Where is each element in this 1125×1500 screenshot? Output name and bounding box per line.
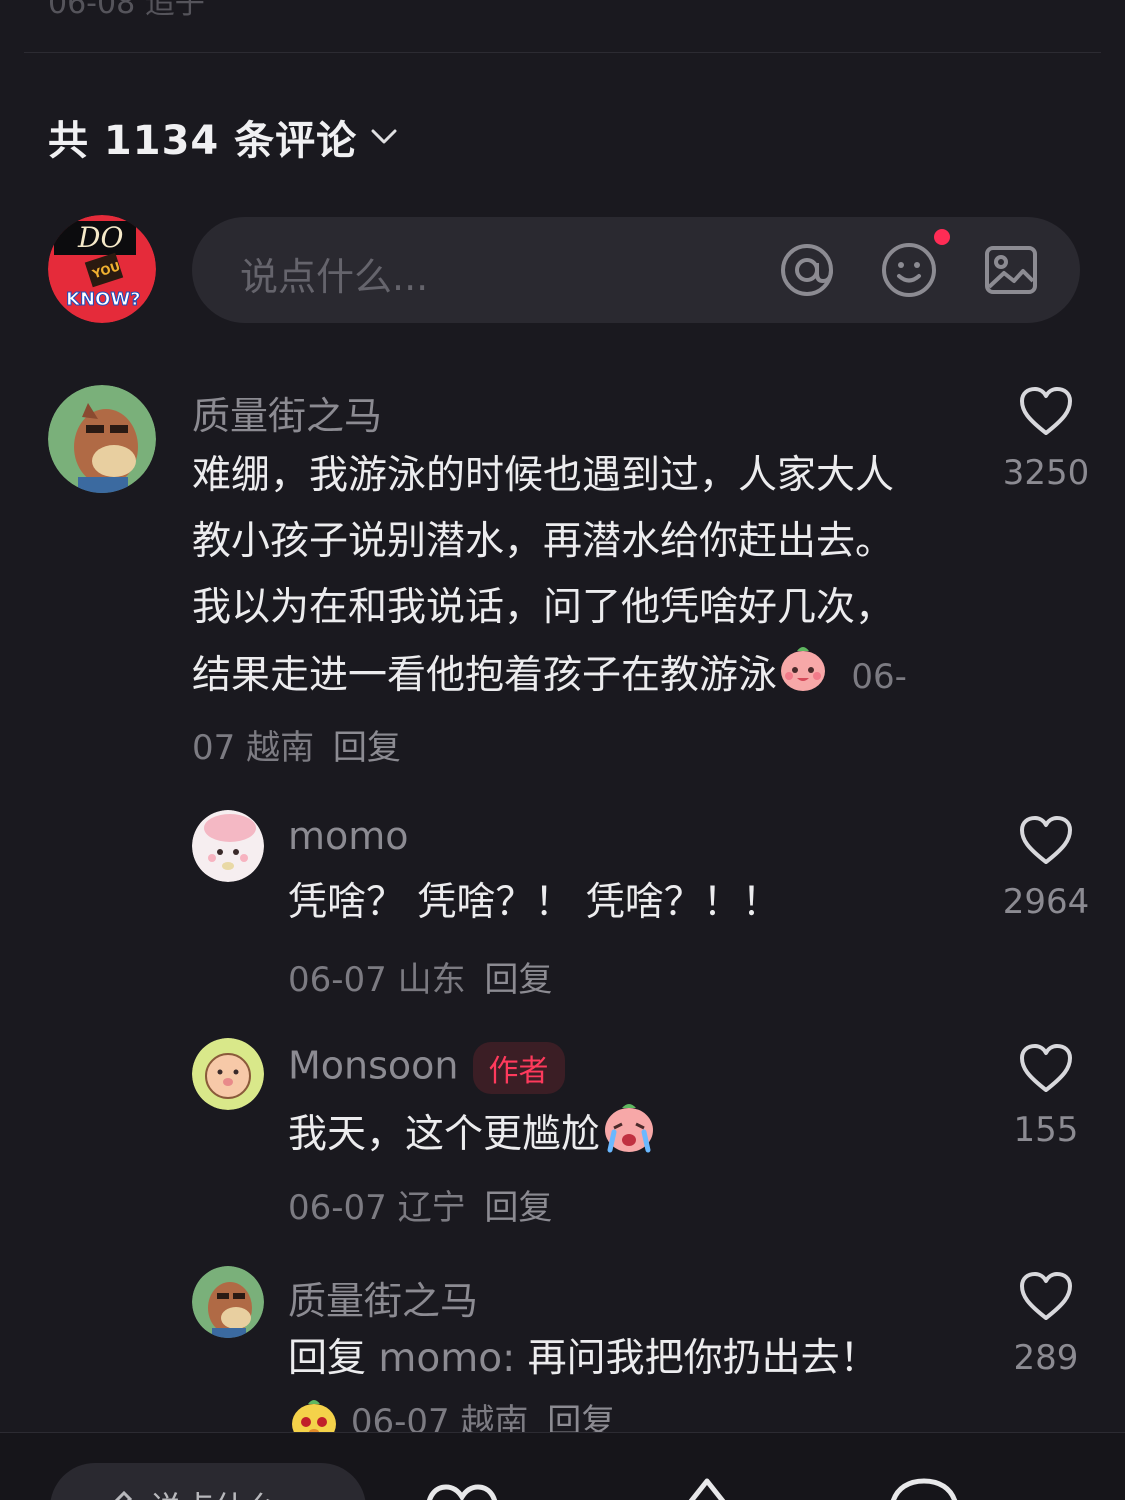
reply-date: 06-07 [288,1188,387,1228]
avatar[interactable] [192,1266,264,1338]
comment-icon[interactable] [886,1477,962,1500]
heart-icon[interactable] [424,1481,500,1500]
like-button[interactable]: 155 [986,1042,1106,1150]
chevron-down-icon [371,129,397,144]
reply-body: 再问我把你扔出去！ [527,1336,879,1381]
avatar[interactable] [192,810,264,882]
emoji-icon[interactable] [880,241,938,299]
comment-text: 难绷，我游泳的时候也遇到过，人家大人教小孩子说别潜水，再潜水给你赶出去。我以为在… [192,453,907,768]
reply-username[interactable]: momo [288,814,409,858]
my-avatar[interactable]: DO YOU KNOW? [48,215,156,323]
like-button[interactable]: 289 [986,1270,1106,1378]
pencil-icon [114,1491,132,1500]
heart-icon [1020,1272,1072,1320]
bottom-action-bar: 说点什么 [0,1432,1125,1500]
reply-button[interactable]: 回复 [333,728,401,768]
reply-username[interactable]: Monsoon [288,1044,459,1088]
comments-count-label: 共 1134 条评论 [48,118,358,164]
comment-composer: DO YOU KNOW? 说点什么... [48,215,1080,325]
bottom-input-hint: 说点什么 [150,1483,278,1500]
comment-input[interactable]: 说点什么... [192,217,1080,323]
reply-meta: 06-07 辽宁 回复 [288,1180,552,1229]
svg-text:DO: DO [77,221,123,254]
smile-face-emoji [777,641,829,714]
comment-location: 越南 [246,728,315,768]
reply-prefix: 回复 [288,1336,367,1381]
reply-button[interactable]: 回复 [484,960,552,1000]
heart-icon [1020,387,1072,435]
svg-text:KNOW?: KNOW? [66,289,141,310]
like-button[interactable]: 3250 [986,385,1106,493]
comment-sheet: 06-08 追子 共 1134 条评论 DO YOU KNOW? 说点什么... [0,0,1125,1500]
comment-username[interactable]: 质量街之马 [192,385,382,440]
at-mention-icon[interactable] [778,241,836,299]
reply-meta: 06-07 山东 回复 [288,952,552,1001]
reply-date: 06-07 [288,960,387,1000]
reply-location: 辽宁 [397,1188,466,1228]
comments-count-toggle[interactable]: 共 1134 条评论 [48,108,397,166]
reply-text: 我天，这个更尴尬 [288,1098,968,1175]
like-count: 289 [1013,1338,1079,1378]
like-count: 155 [1013,1110,1079,1150]
like-button[interactable]: 2964 [986,814,1106,922]
like-count: 3250 [1002,453,1090,493]
notification-dot [934,229,950,245]
crying-face-emoji [600,1098,658,1175]
image-icon[interactable] [982,241,1040,299]
reply-username-row: Monsoon 作者 [288,1042,565,1094]
avatar[interactable] [192,1038,264,1110]
heart-icon [1020,1044,1072,1092]
reply-button[interactable]: 回复 [484,1188,552,1228]
share-icon[interactable] [682,1477,732,1500]
reply-target[interactable]: momo: [378,1336,515,1381]
reply-text: 回复 momo: 再问我把你扔出去！ [288,1326,988,1392]
like-count: 2964 [1002,882,1090,922]
reply-text: 凭啥？ 凭啥？！ 凭啥？！！ [288,880,781,925]
bottom-comment-input[interactable]: 说点什么 [50,1463,366,1500]
comment-input-placeholder: 说点什么... [240,255,429,299]
divider [24,52,1101,53]
heart-icon [1020,816,1072,864]
reply-location: 山东 [397,960,466,1000]
avatar[interactable] [48,385,156,493]
previous-item-meta: 06-08 追子 [48,0,205,21]
reply-username[interactable]: 质量街之马 [288,1270,478,1325]
author-badge: 作者 [472,1042,565,1094]
